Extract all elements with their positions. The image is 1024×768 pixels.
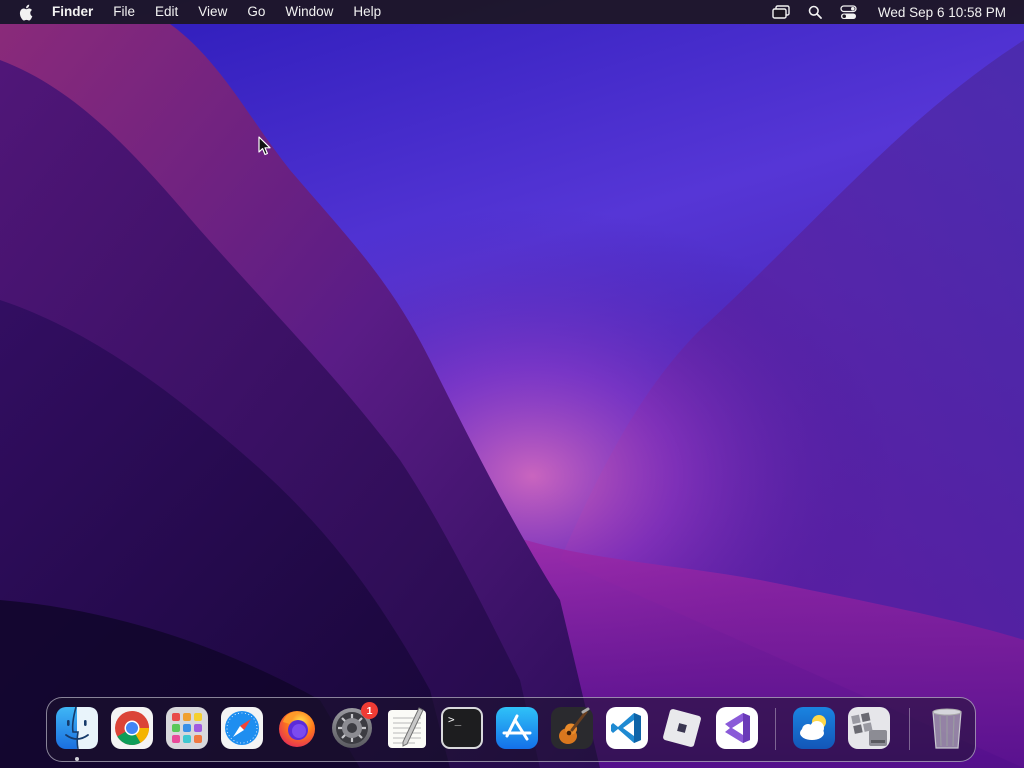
dock-weather[interactable]	[792, 706, 836, 750]
system-settings-badge: 1	[361, 702, 378, 719]
control-center-icon[interactable]	[840, 4, 858, 20]
visual-studio-icon	[716, 707, 758, 749]
firefox-icon	[279, 711, 315, 747]
search-icon[interactable]	[806, 4, 824, 20]
weather-icon	[793, 707, 835, 749]
finder-icon	[56, 706, 98, 750]
garageband-icon	[551, 707, 593, 749]
dock-launchpad[interactable]	[165, 706, 209, 750]
menu-help[interactable]: Help	[343, 0, 391, 24]
menu-go[interactable]: Go	[237, 0, 275, 24]
menu-edit[interactable]: Edit	[145, 0, 188, 24]
dock-separator-trash	[909, 708, 910, 750]
boot-camp-icon	[848, 707, 890, 749]
dock-trash[interactable]	[925, 706, 969, 750]
terminal-prompt-glyph: >_	[448, 713, 462, 726]
mouse-cursor-icon	[258, 136, 272, 156]
menu-view[interactable]: View	[188, 0, 237, 24]
dock-firefox[interactable]	[275, 706, 319, 750]
roblox-icon	[663, 709, 701, 747]
dock-safari[interactable]	[220, 706, 264, 750]
dock-textedit[interactable]	[385, 706, 429, 750]
dock-garageband[interactable]	[550, 706, 594, 750]
dock-app-store[interactable]	[495, 706, 539, 750]
menu-bar: Finder File Edit View Go Window Help Wed…	[0, 0, 1024, 24]
screen-mirroring-icon[interactable]	[772, 4, 790, 20]
app-store-icon	[496, 707, 538, 749]
terminal-icon: >_	[441, 707, 483, 749]
textedit-icon	[388, 707, 426, 748]
dock-boot-camp[interactable]	[847, 706, 891, 750]
vscode-icon	[606, 707, 648, 749]
menu-window[interactable]: Window	[275, 0, 343, 24]
dock-finder[interactable]	[55, 706, 99, 750]
dock: 1 >_	[46, 697, 976, 762]
dock-chrome[interactable]	[110, 706, 154, 750]
dock-roblox[interactable]	[660, 706, 704, 750]
dock-vscode[interactable]	[605, 706, 649, 750]
menu-clock[interactable]: Wed Sep 6 10:58 PM	[878, 5, 1006, 20]
dock-separator	[775, 708, 776, 750]
launchpad-icon	[166, 707, 208, 749]
trash-icon	[932, 708, 962, 749]
chrome-icon	[111, 707, 153, 749]
dock-visual-studio[interactable]	[715, 706, 759, 750]
apple-menu-icon[interactable]	[18, 3, 34, 21]
safari-icon	[221, 707, 263, 749]
desktop-wallpaper	[0, 0, 1024, 768]
menu-file[interactable]: File	[103, 0, 145, 24]
dock-terminal[interactable]: >_	[440, 706, 484, 750]
menu-app-finder[interactable]: Finder	[52, 0, 103, 24]
finder-running-indicator	[75, 757, 79, 761]
